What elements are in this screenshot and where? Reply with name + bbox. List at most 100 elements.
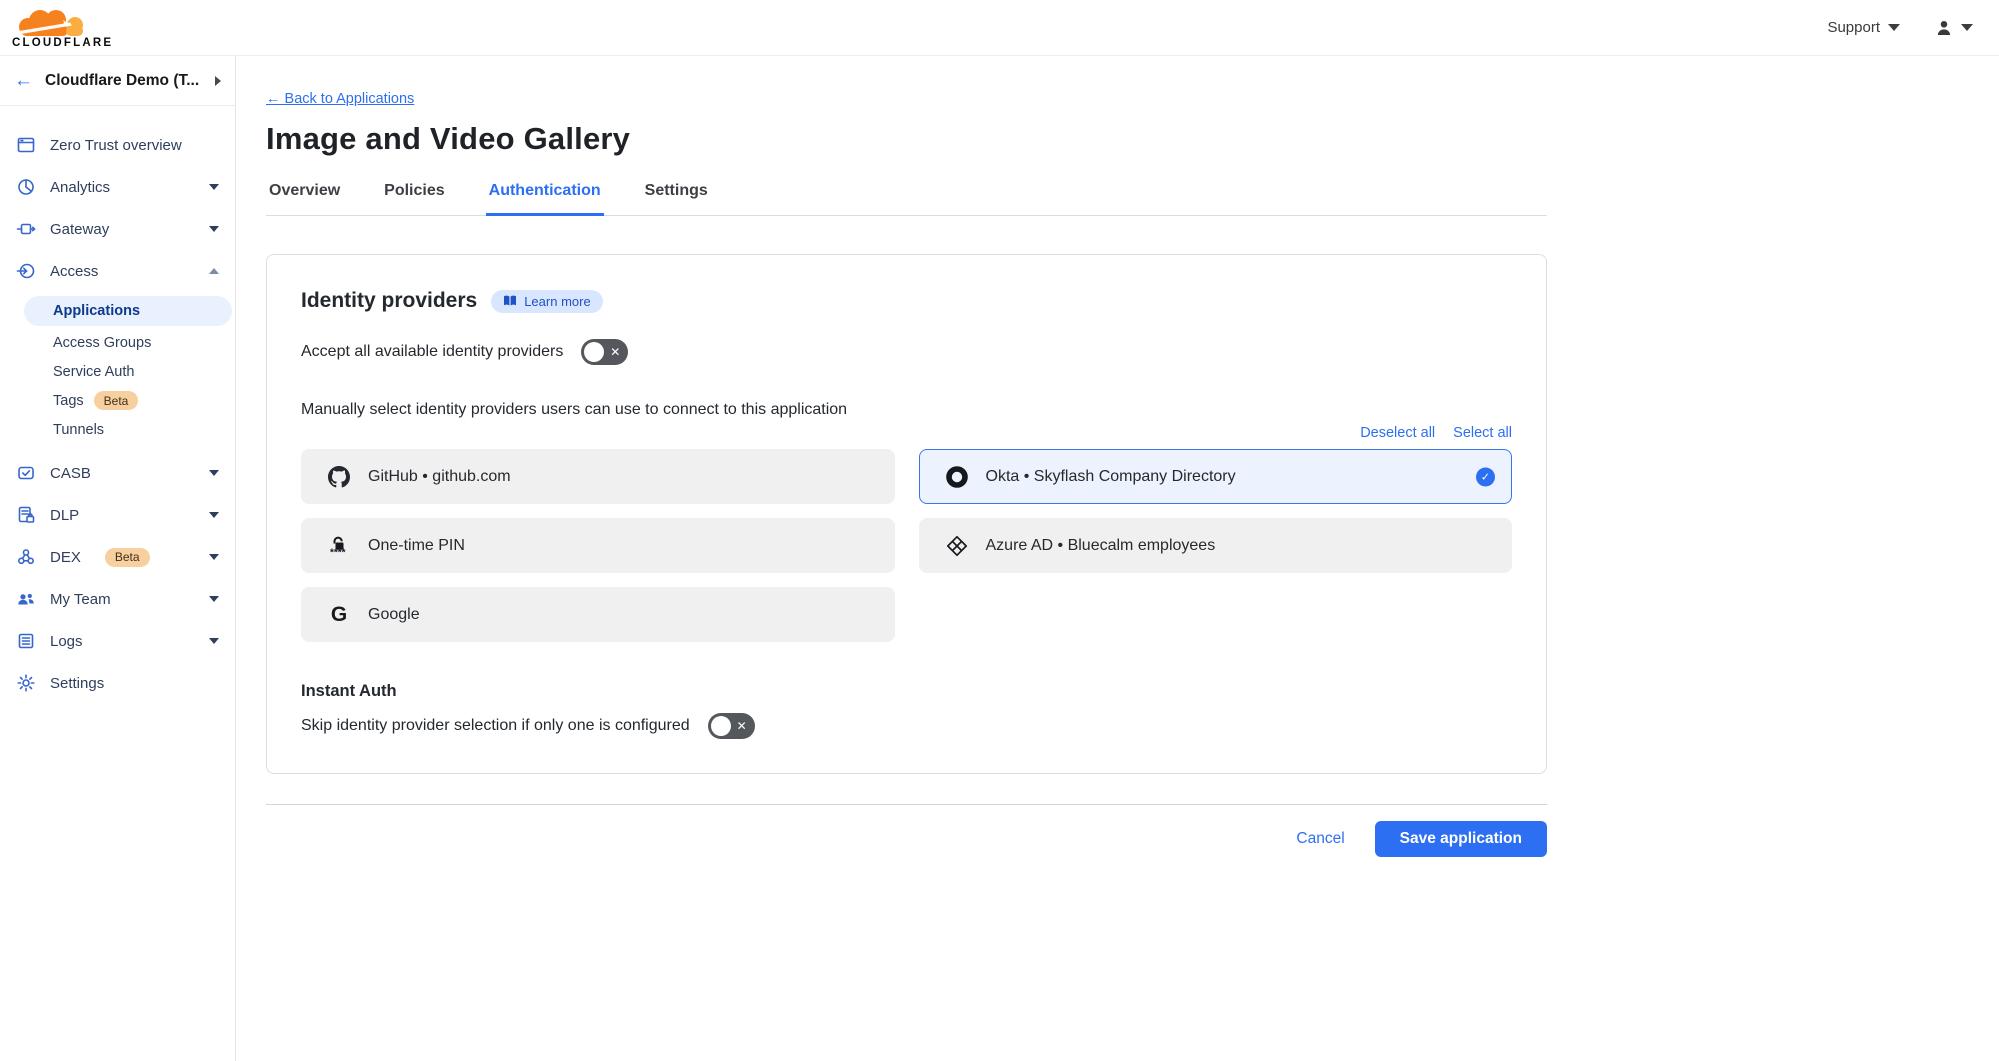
svg-text:****: ****: [330, 547, 346, 557]
idp-tile-google[interactable]: G Google: [301, 587, 895, 642]
tab-authentication[interactable]: Authentication: [486, 182, 604, 216]
support-menu[interactable]: Support: [1827, 19, 1900, 36]
tab-bar: Overview Policies Authentication Setting…: [266, 182, 1547, 216]
sidebar-item-service-auth[interactable]: Service Auth: [0, 357, 235, 386]
sidebar-item-my-team[interactable]: My Team: [0, 578, 235, 620]
one-time-pin-lock-icon: ****: [328, 535, 350, 557]
document-lock-icon: [16, 505, 36, 525]
cloudflare-wordmark: CLOUDFLARE: [12, 38, 113, 50]
footer-actions: Cancel Save application: [266, 821, 1547, 857]
chevron-up-icon: [209, 268, 219, 274]
beta-badge: Beta: [105, 548, 150, 567]
chevron-down-icon: [209, 184, 219, 190]
sidebar-item-label: DEX: [50, 549, 81, 566]
learn-more-badge[interactable]: Learn more: [491, 290, 602, 313]
select-all-link[interactable]: Select all: [1453, 425, 1512, 441]
card-title: Identity providers: [301, 289, 477, 313]
toggle-knob: [711, 716, 731, 736]
book-icon: [503, 295, 517, 307]
idp-name: Azure AD • Bluecalm employees: [986, 537, 1216, 555]
browser-window-icon: [16, 135, 36, 155]
deselect-all-link[interactable]: Deselect all: [1360, 425, 1435, 441]
main-content: ← Back to Applications Image and Video G…: [236, 56, 1999, 1061]
sidebar-item-applications[interactable]: Applications: [24, 296, 232, 326]
sidebar-item-dex[interactable]: DEX Beta: [0, 536, 235, 578]
cancel-button[interactable]: Cancel: [1296, 830, 1344, 848]
learn-more-label: Learn more: [524, 294, 590, 309]
chevron-right-icon[interactable]: [215, 76, 221, 86]
chevron-down-icon: [1888, 24, 1900, 31]
google-icon: G: [328, 604, 350, 626]
sidebar-item-label: Analytics: [50, 179, 110, 196]
tab-settings[interactable]: Settings: [642, 182, 711, 216]
sidebar: ← Cloudflare Demo (T... Zero Trust overv…: [0, 56, 236, 1061]
sidebar-item-tags[interactable]: Tags Beta: [0, 386, 235, 415]
sidebar-account-header: ← Cloudflare Demo (T...: [0, 56, 235, 106]
user-icon: [1934, 18, 1954, 38]
sidebar-item-label: Gateway: [50, 221, 109, 238]
idp-name: One-time PIN: [368, 537, 465, 555]
sidebar-item-casb[interactable]: CASB: [0, 452, 235, 494]
sidebar-item-zero-trust-overview[interactable]: Zero Trust overview: [0, 124, 235, 166]
team-people-icon: [16, 589, 36, 609]
sidebar-item-analytics[interactable]: Analytics: [0, 166, 235, 208]
accept-all-label: Accept all available identity providers: [301, 343, 563, 361]
idp-name: Okta • Skyflash Company Directory: [986, 468, 1236, 486]
toggle-off-x-icon: ✕: [737, 720, 747, 732]
sidebar-item-tunnels[interactable]: Tunnels: [0, 415, 235, 444]
manual-select-label: Manually select identity providers users…: [301, 401, 1512, 419]
sidebar-item-label: Logs: [50, 633, 83, 650]
sidebar-item-label: Service Auth: [53, 364, 134, 380]
sidebar-item-label: My Team: [50, 591, 111, 608]
sidebar-item-access[interactable]: Access: [0, 250, 235, 292]
sidebar-item-access-groups[interactable]: Access Groups: [0, 328, 235, 357]
sidebar-item-label: Tunnels: [53, 422, 104, 438]
gear-icon: [16, 673, 36, 693]
sidebar-item-gateway[interactable]: Gateway: [0, 208, 235, 250]
support-label: Support: [1827, 19, 1880, 36]
user-account-menu[interactable]: [1934, 18, 1973, 38]
chevron-down-icon: [209, 596, 219, 602]
beta-badge: Beta: [94, 391, 139, 410]
sidebar-item-settings[interactable]: Settings: [0, 662, 235, 704]
idp-name: Google: [368, 606, 420, 624]
chevron-down-icon: [1961, 24, 1973, 31]
sidebar-item-dlp[interactable]: DLP: [0, 494, 235, 536]
accept-all-toggle[interactable]: ✕: [581, 339, 628, 365]
sidebar-item-label: CASB: [50, 465, 91, 482]
identity-providers-card: Identity providers Learn more Accept all…: [266, 254, 1547, 774]
back-arrow-icon[interactable]: ←: [14, 71, 33, 90]
chevron-down-icon: [209, 554, 219, 560]
sidebar-item-label: Settings: [50, 675, 104, 692]
toggle-knob: [584, 342, 604, 362]
idp-tile-one-time-pin[interactable]: **** One-time PIN: [301, 518, 895, 573]
chevron-down-icon: [209, 226, 219, 232]
okta-icon: [946, 466, 968, 488]
back-to-applications-link[interactable]: ← Back to Applications: [266, 91, 414, 107]
idp-tile-github[interactable]: GitHub • github.com: [301, 449, 895, 504]
save-application-button[interactable]: Save application: [1375, 821, 1547, 857]
casb-cloud-check-icon: [16, 463, 36, 483]
identity-provider-grid: GitHub • github.com Okta • Skyflash Comp…: [301, 449, 1512, 642]
account-name: Cloudflare Demo (T...: [45, 72, 203, 90]
top-bar: CLOUDFLARE Support: [0, 0, 1999, 56]
pie-chart-icon: [16, 177, 36, 197]
page-title: Image and Video Gallery: [266, 121, 1547, 157]
tab-policies[interactable]: Policies: [381, 182, 447, 216]
cloudflare-cloud-icon: [13, 7, 113, 37]
sidebar-nav: Zero Trust overview Analytics Gateway: [0, 106, 235, 704]
sidebar-item-label: Access: [50, 263, 98, 280]
access-login-icon: [16, 261, 36, 281]
gateway-icon: [16, 219, 36, 239]
sidebar-item-label: Zero Trust overview: [50, 137, 182, 154]
idp-tile-okta[interactable]: Okta • Skyflash Company Directory ✓: [919, 449, 1513, 504]
sidebar-item-label: Access Groups: [53, 335, 151, 351]
toggle-off-x-icon: ✕: [610, 346, 620, 358]
idp-tile-azure-ad[interactable]: Azure AD • Bluecalm employees: [919, 518, 1513, 573]
chevron-down-icon: [209, 470, 219, 476]
tab-overview[interactable]: Overview: [266, 182, 343, 216]
instant-auth-toggle[interactable]: ✕: [708, 713, 755, 739]
sidebar-item-logs[interactable]: Logs: [0, 620, 235, 662]
github-icon: [328, 466, 350, 488]
idp-name: GitHub • github.com: [368, 468, 511, 486]
